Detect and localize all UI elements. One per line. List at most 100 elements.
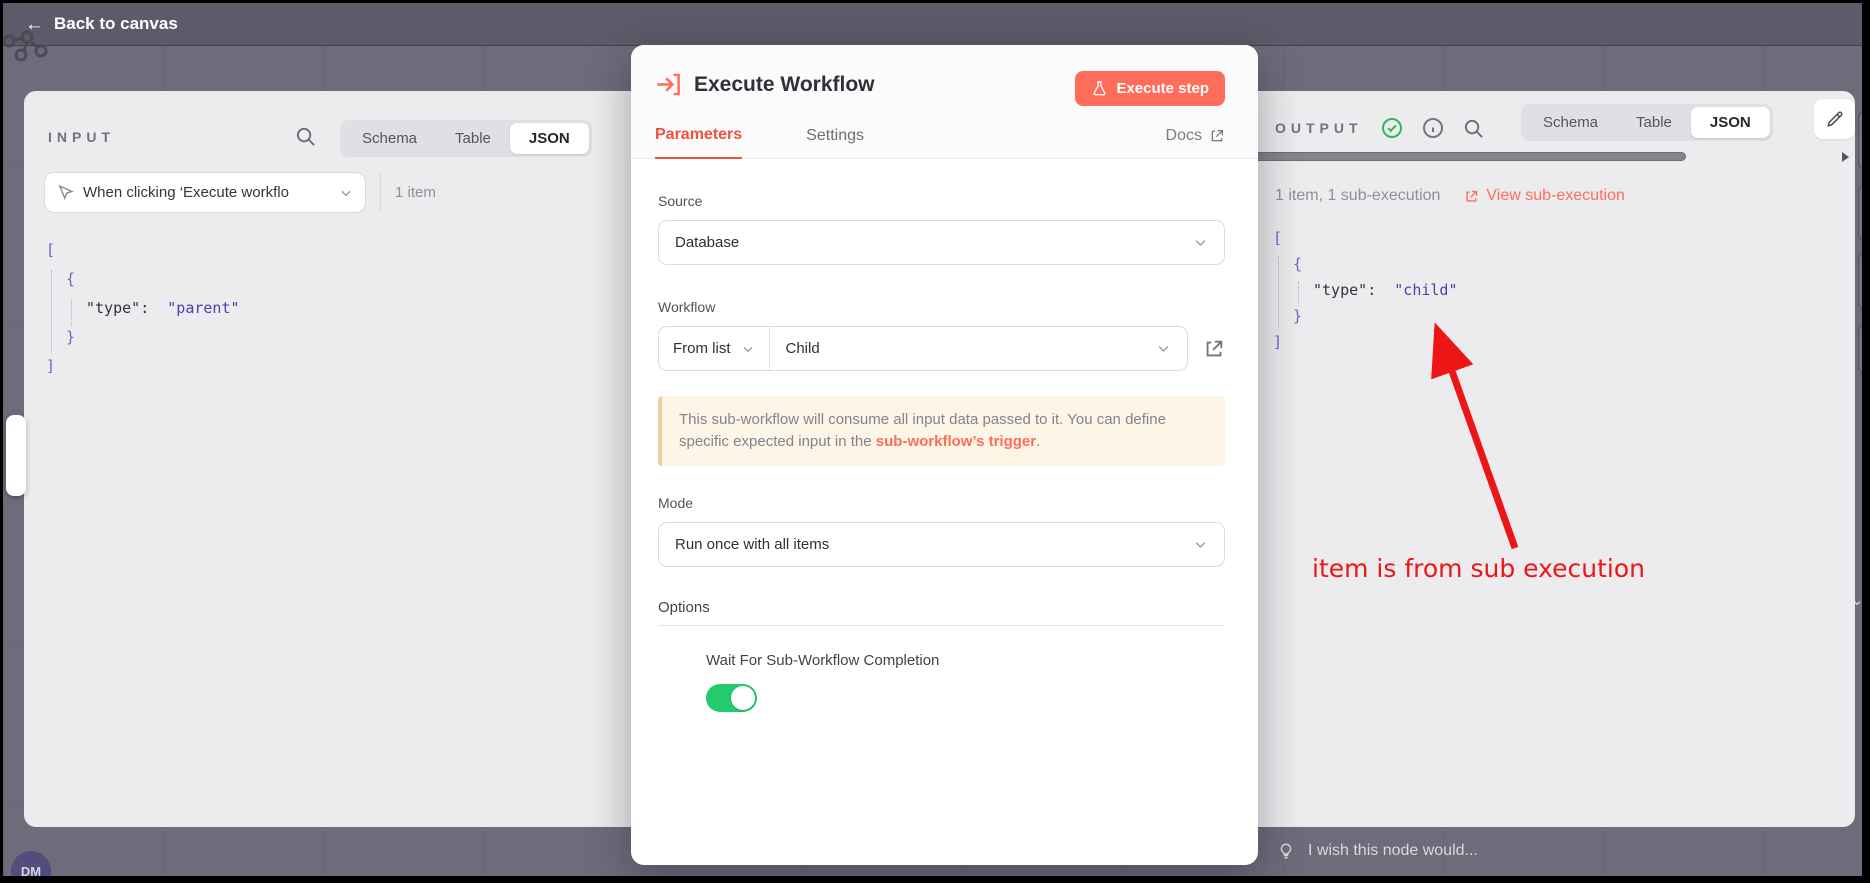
execute-workflow-node-icon [655,71,682,98]
json-token: : [140,299,149,317]
modal-body: Source Database Workflow From list Child [631,193,1258,712]
execute-step-label: Execute step [1116,80,1209,97]
modal-header: Execute Workflow Execute step Parameters… [631,45,1258,159]
panel-drag-handle[interactable] [6,415,26,496]
collapsed-panel-tab[interactable] [1858,252,1862,309]
output-search-icon[interactable] [1462,117,1485,140]
output-tab-table[interactable]: Table [1617,107,1691,138]
annotation-text: item is from sub execution [1312,554,1645,583]
json-key: "type" [1313,281,1367,299]
tab-parameters[interactable]: Parameters [655,126,742,159]
flask-icon [1091,80,1108,97]
source-select-value: Database [675,234,739,251]
chevron-down-icon [1193,537,1208,552]
input-tab-json[interactable]: JSON [510,123,589,154]
input-view-tabs: Schema Table JSON [340,120,592,157]
lightbulb-icon [1277,841,1295,861]
source-select[interactable]: Database [658,220,1225,265]
chevron-down-icon [1156,341,1171,356]
json-token: ] [46,357,55,375]
scroll-right-arrow[interactable] [1842,152,1849,162]
input-panel: INPUT Schema Table JSON When clicking ‘E… [24,91,644,827]
json-token: { [1293,255,1302,273]
output-json-view: [ { "type": "child" } ] [1273,225,1458,355]
mode-select-value: Run once with all items [675,536,829,553]
collapsed-panel-tab[interactable] [1858,185,1862,240]
json-token: } [1293,307,1302,325]
modal-title: Execute Workflow [694,73,875,97]
output-tab-schema[interactable]: Schema [1524,107,1617,138]
collapsed-panel-tab[interactable] [1858,325,1862,373]
input-item-count: 1 item [395,184,436,201]
chevron-down-icon [339,186,353,200]
input-panel-title: INPUT [48,129,115,145]
mode-field-label: Mode [658,495,1225,511]
mouse-pointer-icon [57,184,74,201]
chevron-down-icon [741,342,755,356]
workflow-mode-value: From list [673,340,731,357]
execute-workflow-modal: Execute Workflow Execute step Parameters… [631,45,1258,865]
json-key: "type" [86,299,140,317]
output-panel-title: OUTPUT [1275,120,1363,136]
chevron-down-icon[interactable]: ⌄ [1851,591,1862,609]
divider [380,173,381,213]
json-token: [ [1273,229,1282,247]
output-item-count: 1 item, 1 sub-execution [1275,187,1440,205]
edit-output-button[interactable] [1814,99,1855,139]
workflow-mode-select[interactable]: From list [659,327,770,370]
app-window: ← Back to canvas INPUT Schema Table JSON… [0,0,1870,883]
wait-completion-toggle[interactable] [706,684,757,712]
pencil-icon [1825,109,1845,129]
external-link-icon [1209,128,1225,144]
execute-step-button[interactable]: Execute step [1075,71,1225,106]
chevron-down-icon [1193,235,1208,250]
json-value: "parent" [167,299,239,317]
docs-link[interactable]: Docs [1166,127,1225,158]
top-bar: ← Back to canvas [3,3,1862,46]
workflow-field-label: Workflow [658,299,1225,315]
tab-settings[interactable]: Settings [806,127,864,158]
output-tab-json[interactable]: JSON [1691,107,1770,138]
json-token: ] [1273,333,1282,351]
view-sub-execution-label: View sub-execution [1486,187,1624,205]
wish-node-button[interactable]: I wish this node would... [1277,841,1478,861]
toggle-knob [731,686,755,710]
docs-label: Docs [1166,127,1202,145]
output-panel: OUTPUT Schema Table JSON 1 item, 1 sub-e… [1153,91,1855,827]
json-token: { [66,270,75,288]
workflow-combo: From list Child [658,326,1188,371]
indent-guide [51,270,52,354]
open-workflow-icon[interactable] [1203,338,1225,360]
source-field-label: Source [658,193,1225,209]
json-token: [ [46,241,55,259]
canvas-background: ← Back to canvas INPUT Schema Table JSON… [3,3,1862,876]
workflow-graph-icon [3,27,51,67]
input-tab-schema[interactable]: Schema [343,123,436,154]
input-node-selector[interactable]: When clicking ‘Execute workflo [44,172,366,213]
sub-workflow-trigger-link[interactable]: sub-workflow’s trigger [876,433,1036,450]
view-sub-execution-link[interactable]: View sub-execution [1464,187,1624,205]
json-token: } [66,328,75,346]
options-section-label: Options [658,599,1225,626]
indent-guide [71,299,72,326]
input-node-selector-value: When clicking ‘Execute workflo [83,184,330,201]
json-value: "child" [1394,281,1457,299]
indent-guide [1298,282,1299,306]
wait-completion-label: Wait For Sub-Workflow Completion [706,652,1225,669]
input-search-icon[interactable] [294,125,317,148]
info-icon[interactable] [1421,116,1445,140]
mode-select[interactable]: Run once with all items [658,522,1225,567]
output-view-tabs: Schema Table JSON [1521,104,1773,141]
user-avatar[interactable]: DM [11,851,51,876]
json-token: : [1367,281,1376,299]
notice-text-after: . [1036,433,1040,450]
wish-node-label: I wish this node would... [1308,842,1478,860]
workflow-select[interactable]: Child [770,327,1188,370]
input-tab-table[interactable]: Table [436,123,510,154]
collapsed-panel-tab[interactable] [1858,111,1862,169]
back-to-canvas-label: Back to canvas [54,14,178,34]
indent-guide [1278,256,1279,330]
horizontal-scrollbar[interactable] [1159,150,1849,163]
success-check-icon [1380,116,1404,140]
workflow-select-value: Child [786,340,820,357]
